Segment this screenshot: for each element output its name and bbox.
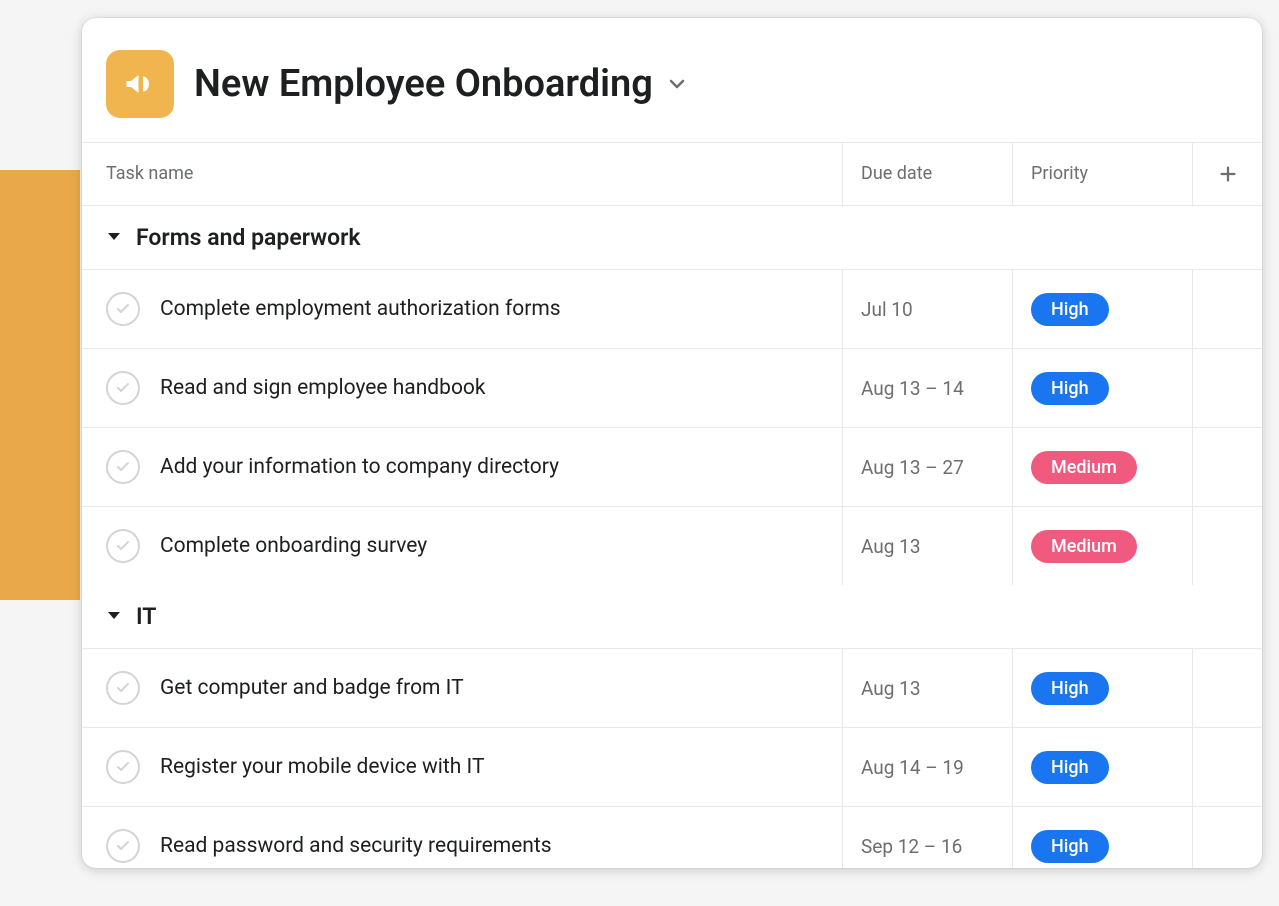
check-icon [115, 759, 131, 775]
task-main: Complete employment authorization forms [82, 270, 842, 348]
priority-pill: High [1031, 293, 1109, 326]
task-extra-cell [1192, 807, 1262, 868]
megaphone-icon [122, 66, 158, 102]
task-main: Read password and security requirements [82, 807, 842, 868]
priority-pill: High [1031, 372, 1109, 405]
project-title-dropdown[interactable] [665, 72, 689, 96]
check-icon [115, 538, 131, 554]
task-complete-checkbox[interactable] [106, 529, 140, 563]
check-icon [115, 459, 131, 475]
plus-icon [1217, 163, 1239, 185]
task-row[interactable]: Read and sign employee handbook Aug 13 –… [82, 348, 1262, 427]
task-row[interactable]: Complete employment authorization forms … [82, 269, 1262, 348]
task-complete-checkbox[interactable] [106, 292, 140, 326]
section-header[interactable]: Forms and paperwork [82, 206, 1262, 269]
task-main: Register your mobile device with IT [82, 728, 842, 806]
task-main: Read and sign employee handbook [82, 349, 842, 427]
task-due-date[interactable]: Aug 13 – 14 [842, 349, 1012, 427]
section-collapse-toggle[interactable] [106, 228, 122, 248]
task-extra-cell [1192, 349, 1262, 427]
task-main: Add your information to company director… [82, 428, 842, 506]
column-header-task[interactable]: Task name [82, 143, 842, 205]
task-row[interactable]: Add your information to company director… [82, 427, 1262, 506]
task-complete-checkbox[interactable] [106, 750, 140, 784]
task-name: Read and sign employee handbook [160, 376, 486, 400]
project-title[interactable]: New Employee Onboarding [194, 62, 653, 106]
task-due-date[interactable]: Sep 12 – 16 [842, 807, 1012, 868]
task-row[interactable]: Read password and security requirements … [82, 806, 1262, 868]
task-complete-checkbox[interactable] [106, 671, 140, 705]
task-name: Add your information to company director… [160, 455, 559, 479]
priority-pill: High [1031, 672, 1109, 705]
section-title: Forms and paperwork [136, 224, 361, 251]
task-priority[interactable]: High [1012, 349, 1192, 427]
task-extra-cell [1192, 649, 1262, 727]
check-icon [115, 301, 131, 317]
task-extra-cell [1192, 270, 1262, 348]
project-card: New Employee Onboarding Task name Due da… [82, 18, 1262, 868]
sections-container: Forms and paperwork Complete employment … [82, 206, 1262, 868]
add-column-button[interactable] [1192, 143, 1262, 205]
task-complete-checkbox[interactable] [106, 450, 140, 484]
priority-pill: High [1031, 751, 1109, 784]
task-priority[interactable]: High [1012, 270, 1192, 348]
task-due-date[interactable]: Aug 13 [842, 649, 1012, 727]
task-row[interactable]: Get computer and badge from IT Aug 13 Hi… [82, 648, 1262, 727]
task-row[interactable]: Register your mobile device with IT Aug … [82, 727, 1262, 806]
check-icon [115, 838, 131, 854]
task-extra-cell [1192, 428, 1262, 506]
check-icon [115, 380, 131, 396]
task-row[interactable]: Complete onboarding survey Aug 13 Medium [82, 506, 1262, 585]
task-name: Get computer and badge from IT [160, 676, 464, 700]
task-main: Complete onboarding survey [82, 507, 842, 585]
project-header: New Employee Onboarding [82, 18, 1262, 142]
task-priority[interactable]: High [1012, 728, 1192, 806]
task-complete-checkbox[interactable] [106, 829, 140, 863]
section-header[interactable]: IT [82, 585, 1262, 648]
task-name: Read password and security requirements [160, 834, 552, 858]
task-due-date[interactable]: Jul 10 [842, 270, 1012, 348]
task-priority[interactable]: High [1012, 649, 1192, 727]
task-extra-cell [1192, 728, 1262, 806]
columns-header: Task name Due date Priority [82, 142, 1262, 206]
caret-down-icon [106, 607, 122, 623]
section-collapse-toggle[interactable] [106, 607, 122, 627]
caret-down-icon [106, 228, 122, 244]
check-icon [115, 680, 131, 696]
column-header-priority[interactable]: Priority [1012, 143, 1192, 205]
column-header-due[interactable]: Due date [842, 143, 1012, 205]
section-title: IT [136, 603, 156, 630]
task-complete-checkbox[interactable] [106, 371, 140, 405]
priority-pill: High [1031, 830, 1109, 863]
task-priority[interactable]: Medium [1012, 428, 1192, 506]
priority-pill: Medium [1031, 451, 1137, 484]
task-name: Complete employment authorization forms [160, 297, 561, 321]
task-due-date[interactable]: Aug 13 – 27 [842, 428, 1012, 506]
task-main: Get computer and badge from IT [82, 649, 842, 727]
project-icon-megaphone[interactable] [106, 50, 174, 118]
task-priority[interactable]: High [1012, 807, 1192, 868]
task-due-date[interactable]: Aug 13 [842, 507, 1012, 585]
background-decoration [0, 170, 80, 600]
task-priority[interactable]: Medium [1012, 507, 1192, 585]
priority-pill: Medium [1031, 530, 1137, 563]
chevron-down-icon [665, 72, 689, 96]
task-extra-cell [1192, 507, 1262, 585]
task-name: Register your mobile device with IT [160, 755, 485, 779]
task-due-date[interactable]: Aug 14 – 19 [842, 728, 1012, 806]
task-name: Complete onboarding survey [160, 534, 427, 558]
